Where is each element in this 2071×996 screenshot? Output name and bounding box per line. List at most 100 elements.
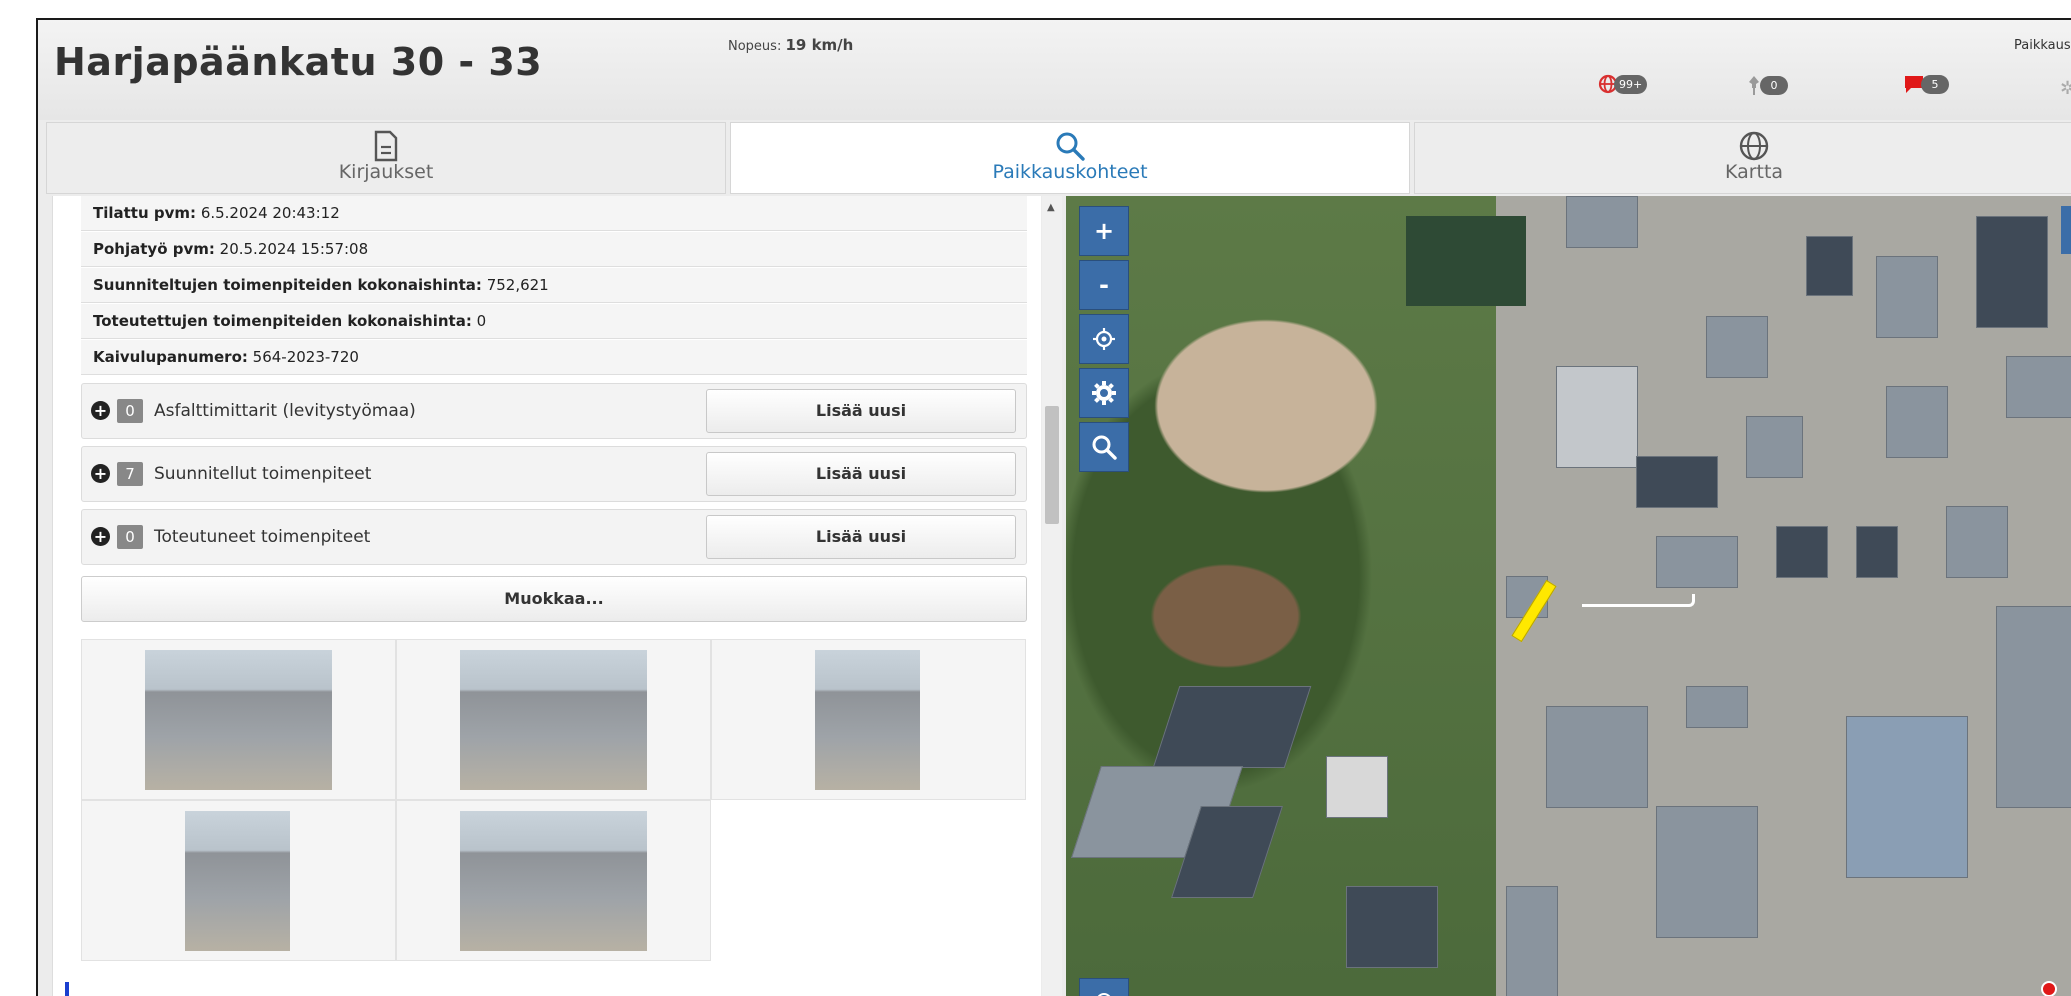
count-badge: 7 <box>117 462 143 486</box>
count-badge: 0 <box>117 525 143 549</box>
info-value: 564-2023-720 <box>252 348 359 366</box>
layers-button[interactable] <box>2061 206 2071 254</box>
section-title: Toteutuneet toimenpiteet <box>154 527 371 547</box>
locate-button[interactable] <box>1079 314 1129 364</box>
globe-icon <box>1739 131 1769 161</box>
building <box>1806 236 1853 296</box>
scroll-up-icon[interactable]: ▲ <box>1047 202 1055 213</box>
building <box>1746 416 1803 478</box>
road-photo[interactable] <box>185 811 290 951</box>
info-value: 20.5.2024 15:57:08 <box>219 240 369 258</box>
edit-button[interactable]: Muokkaa... <box>81 576 1027 622</box>
tab-label: Kirjaukset <box>338 161 434 183</box>
gallery-cell <box>81 639 396 800</box>
building <box>1856 526 1898 578</box>
building <box>1776 526 1828 578</box>
speed-readout: Nopeus: 19 km/h <box>728 36 853 54</box>
building <box>1546 706 1648 808</box>
details-panel: Tilattu pvm: 6.5.2024 20:43:12 Pohjatyö … <box>52 196 1041 996</box>
road-photo[interactable] <box>815 650 920 790</box>
building <box>1846 716 1968 878</box>
info-label: Suunniteltujen toimenpiteiden kokonaishi… <box>93 276 482 294</box>
map-settings-button[interactable] <box>1079 368 1129 418</box>
tab-kartta[interactable]: Kartta <box>1414 122 2071 194</box>
building <box>1946 506 2008 578</box>
info-value: 752,621 <box>486 276 549 294</box>
tab-label: Paikkauskohteet <box>992 161 1148 183</box>
building <box>1976 216 2048 328</box>
tab-paikkauskohteet[interactable]: Paikkauskohteet <box>730 122 1410 194</box>
zoom-in-button[interactable]: + <box>1079 206 1129 256</box>
search-icon <box>1092 435 1117 460</box>
road-photo[interactable] <box>145 650 332 790</box>
info-label: Toteutettujen toimenpiteiden kokonaishin… <box>93 312 472 330</box>
gallery-cell <box>396 639 711 800</box>
map-search-button[interactable] <box>1079 422 1129 472</box>
gear-icon <box>1092 381 1116 405</box>
section-title: Suunnitellut toimenpiteet <box>154 464 372 484</box>
chat-badge: 5 <box>1921 74 1949 94</box>
count-badge: 0 <box>117 399 143 423</box>
info-value: 6.5.2024 20:43:12 <box>200 204 340 222</box>
info-label: Kaivulupanumero: <box>93 348 248 366</box>
building <box>1656 806 1758 938</box>
road-segment-route[interactable] <box>1582 594 1695 607</box>
photo-gallery <box>81 639 1027 963</box>
section-asfalttimittarit[interactable]: + 0 Asfalttimittarit (levitystyömaa) Lis… <box>81 383 1027 439</box>
building <box>1876 256 1938 338</box>
building <box>1152 686 1312 768</box>
info-label: Pohjatyö pvm: <box>93 240 215 258</box>
building <box>1346 886 1438 968</box>
building <box>1506 886 1558 996</box>
add-new-button[interactable]: Lisää uusi <box>706 452 1016 496</box>
tab-kirjaukset[interactable]: Kirjaukset <box>46 122 726 194</box>
map-tool-button[interactable] <box>1079 978 1129 996</box>
header: Harjapäänkatu 30 - 33 Nopeus: 19 km/h Pa… <box>38 20 2071 120</box>
building <box>1686 686 1748 728</box>
document-icon <box>374 130 398 162</box>
info-row-kaivulupa: Kaivulupanumero: 564-2023-720 <box>81 340 1027 375</box>
scroll-thumb[interactable] <box>1045 406 1059 524</box>
sports-field <box>1406 216 1526 306</box>
add-new-button[interactable]: Lisää uusi <box>706 515 1016 559</box>
map-view[interactable]: + - <box>1066 196 2071 996</box>
tab-bar: Kirjaukset Paikkauskohteet Kartta <box>46 122 2071 196</box>
section-title: Asfalttimittarit (levitystyömaa) <box>154 401 416 421</box>
info-label: Tilattu pvm: <box>93 204 197 222</box>
header-right-label: Paikkaus <box>2014 38 2071 53</box>
pin-badge: 0 <box>1760 75 1788 95</box>
building <box>1566 196 1638 248</box>
search-icon <box>1056 132 1085 161</box>
gallery-cell <box>81 800 396 961</box>
speed-label: Nopeus: <box>728 39 782 54</box>
building <box>1886 386 1948 458</box>
road-photo[interactable] <box>460 650 647 790</box>
globe-notifications[interactable]: 99+ <box>1598 74 1648 94</box>
expand-icon[interactable]: + <box>91 464 110 483</box>
zoom-out-button[interactable]: - <box>1079 260 1129 310</box>
road-photo[interactable] <box>460 811 647 951</box>
building <box>1656 536 1738 588</box>
locate-icon <box>1093 328 1115 350</box>
settings-icon[interactable]: ✲ <box>2060 78 2071 99</box>
pin-notifications[interactable]: 0 <box>1744 74 1788 96</box>
gallery-cell <box>396 800 711 961</box>
expand-icon[interactable]: + <box>91 527 110 546</box>
add-new-button[interactable]: Lisää uusi <box>706 389 1016 433</box>
info-row-tilattu: Tilattu pvm: 6.5.2024 20:43:12 <box>81 196 1027 231</box>
building <box>1556 366 1638 468</box>
info-row-suunniteltu-hinta: Suunniteltujen toimenpiteiden kokonaishi… <box>81 268 1027 303</box>
globe-badge: 99+ <box>1614 74 1648 94</box>
scrollbar[interactable]: ▲ <box>1042 196 1062 996</box>
building <box>1706 316 1768 378</box>
chat-notifications[interactable]: 5 <box>1903 74 1949 94</box>
section-suunnitellut[interactable]: + 7 Suunnitellut toimenpiteet Lisää uusi <box>81 446 1027 502</box>
section-toteutuneet[interactable]: + 0 Toteutuneet toimenpiteet Lisää uusi <box>81 509 1027 565</box>
gallery-cell <box>711 639 1026 800</box>
building <box>1636 456 1718 508</box>
info-row-toteutettu-hinta: Toteutettujen toimenpiteiden kokonaishin… <box>81 304 1027 339</box>
building <box>2006 356 2071 418</box>
expand-icon[interactable]: + <box>91 401 110 420</box>
info-value: 0 <box>476 312 487 330</box>
app-window: Harjapäänkatu 30 - 33 Nopeus: 19 km/h Pa… <box>36 18 2071 996</box>
